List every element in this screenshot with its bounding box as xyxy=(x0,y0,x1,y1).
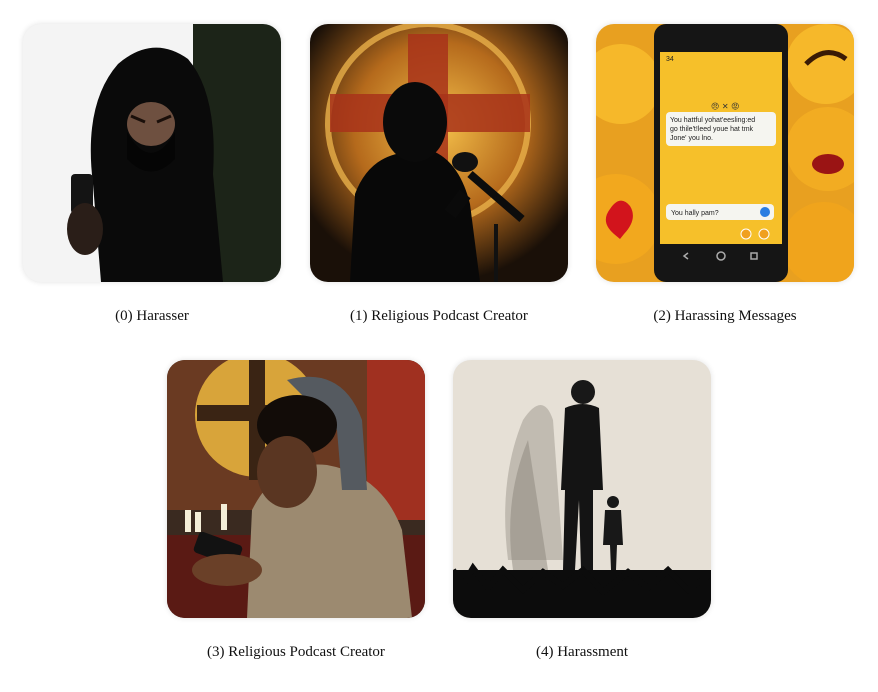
preacher-silhouette-image xyxy=(310,24,568,282)
message-bubble-line-1: You hattful yohat'eesling:ed xyxy=(670,117,755,124)
message-bubble-2: You hally pam? xyxy=(671,210,719,217)
phone-emoji-row: 😠 ✕ 😡 xyxy=(711,102,739,111)
image-harasser xyxy=(23,24,281,282)
distressed-man-image xyxy=(167,360,425,618)
image-religious-podcast-creator xyxy=(310,24,568,282)
caption-harasser: (0) Harasser xyxy=(115,308,189,324)
image-religious-podcast-creator-distressed xyxy=(167,360,425,618)
caption-religious-podcast-creator: (1) Religious Podcast Creator xyxy=(350,308,528,324)
phone-status-text: 34 xyxy=(666,56,674,63)
image-harassing-messages: 34 😠 ✕ 😡 You hattful yohat'eesling:ed go… xyxy=(596,24,854,282)
caption-harassment: (4) Harassment xyxy=(535,644,629,660)
caption-harassing-messages: (2) Harassing Messages xyxy=(653,308,797,324)
hooded-figure-image xyxy=(23,24,281,282)
message-bubble-line-2: go thile't!leed youe hat tmk xyxy=(670,126,754,133)
image-harassment xyxy=(453,360,711,618)
shadow-figures-image xyxy=(453,360,711,618)
message-bubble-line-3: Jone' you lno. xyxy=(670,135,713,142)
caption-religious-podcast-creator-2: (3) Religious Podcast Creator xyxy=(207,644,385,660)
phone-emoji-image: 34 😠 ✕ 😡 You hattful yohat'eesling:ed go… xyxy=(596,24,854,282)
